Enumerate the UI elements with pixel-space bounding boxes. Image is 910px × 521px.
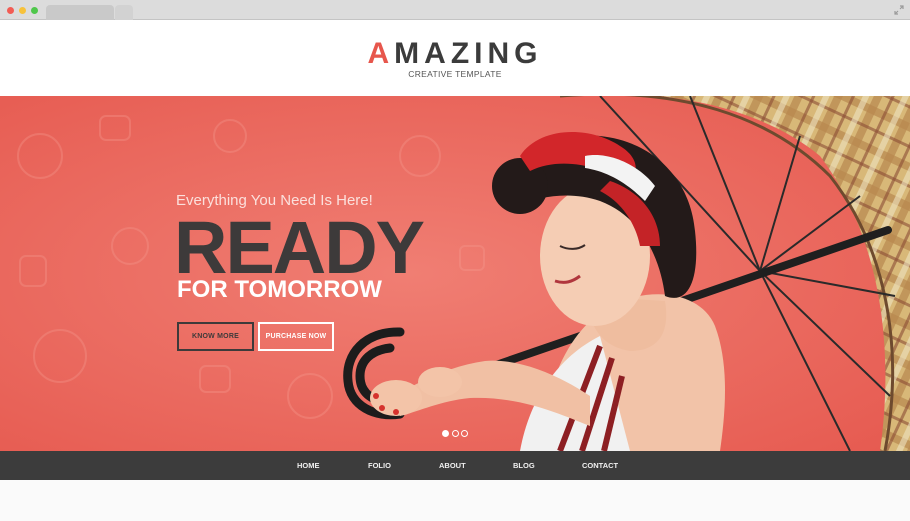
- hero-subheadline: FOR TOMORROW: [177, 276, 382, 303]
- zoom-window-button[interactable]: [31, 7, 38, 14]
- nav-item-about[interactable]: ABOUT: [439, 451, 466, 480]
- main-nav: HOME FOLIO ABOUT BLOG CONTACT: [0, 451, 910, 480]
- nav-item-home[interactable]: HOME: [297, 451, 320, 480]
- site-header: AMAZING CREATIVE TEMPLATE: [0, 20, 910, 96]
- logo-text: MAZING: [394, 37, 543, 70]
- nav-item-folio[interactable]: FOLIO: [368, 451, 391, 480]
- logo-accent-letter: A: [367, 37, 395, 70]
- know-more-button[interactable]: KNOW MORE: [177, 322, 254, 351]
- logo-subtitle: CREATIVE TEMPLATE: [408, 69, 502, 79]
- nav-item-contact[interactable]: CONTACT: [582, 451, 618, 480]
- purchase-now-button[interactable]: PURCHASE NOW: [258, 322, 334, 351]
- slide-dot-1[interactable]: [442, 430, 449, 437]
- hero-slider: Everything You Need Is Here! READY FOR T…: [0, 96, 910, 451]
- browser-chrome: [0, 0, 910, 20]
- slide-dot-2[interactable]: [452, 430, 459, 437]
- browser-tab-active[interactable]: [46, 5, 114, 20]
- close-window-button[interactable]: [7, 7, 14, 14]
- slide-dot-3[interactable]: [461, 430, 468, 437]
- nav-item-blog[interactable]: BLOG: [513, 451, 535, 480]
- hero-image: [0, 96, 910, 451]
- expand-icon[interactable]: [894, 5, 904, 15]
- site-logo[interactable]: AMAZING: [0, 37, 910, 71]
- content-area: [0, 480, 910, 521]
- minimize-window-button[interactable]: [19, 7, 26, 14]
- new-tab-button[interactable]: [115, 5, 133, 20]
